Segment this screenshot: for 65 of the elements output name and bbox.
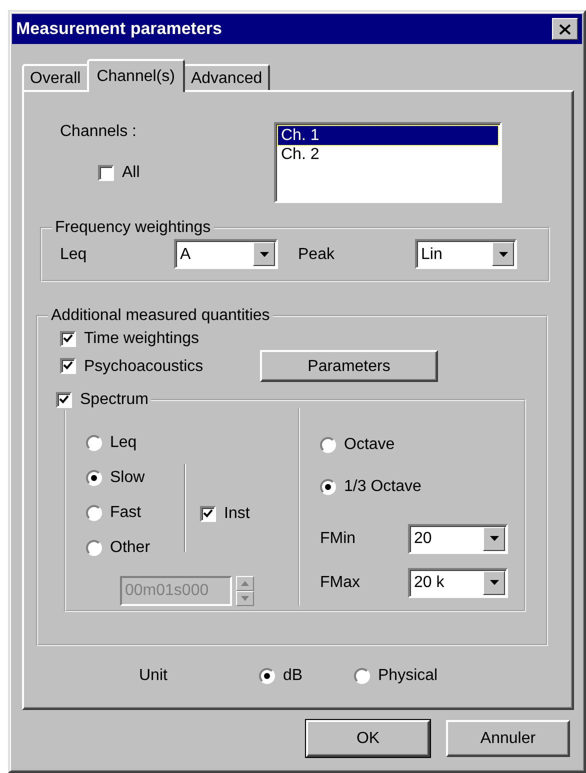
check-icon	[203, 508, 213, 518]
checkbox-label: Inst	[224, 504, 250, 524]
caret-icon	[490, 580, 498, 586]
checkbox[interactable]	[60, 330, 76, 347]
radio-button[interactable]	[86, 435, 102, 452]
radio-button[interactable]	[354, 668, 370, 684]
radio-button[interactable]	[86, 540, 102, 556]
radio-label: Physical	[378, 666, 438, 686]
check-icon	[59, 394, 69, 404]
dialog-button[interactable]: OK	[306, 720, 430, 757]
close-button[interactable]	[552, 18, 578, 40]
checkbox-label: All	[122, 163, 140, 182]
checkbox-label: Spectrum	[80, 390, 148, 410]
field-label: FMax	[320, 572, 361, 592]
dropdown-arrow-button[interactable]	[483, 526, 505, 551]
checkbox[interactable]	[200, 506, 216, 522]
check-icon	[63, 361, 73, 370]
field-label: Peak	[298, 244, 336, 264]
up-arrow-icon	[241, 580, 249, 586]
field-label: Leq	[60, 244, 88, 264]
channels-label: Channels :	[60, 122, 138, 142]
group-title: Frequency weightings	[54, 218, 212, 238]
channel-list[interactable]: Ch. 1 Ch. 2	[274, 122, 502, 203]
dropdown[interactable]: Lin	[415, 239, 517, 270]
checkbox[interactable]	[98, 164, 114, 181]
radio-label: Other	[110, 538, 150, 558]
additional-quantities-group: Additional measured quantities Time weightings Psychoacoustics Parameters Spectrum Leq Slow Fast Other Inst 00m01s000 Octave 1/3 Octave FMin 20 FMax 20 k	[36, 306, 548, 646]
tab[interactable]: Advanced	[182, 64, 270, 92]
dropdown-arrow-button[interactable]	[492, 242, 514, 266]
caret-icon	[498, 252, 508, 257]
checkbox[interactable]	[56, 392, 72, 408]
caret-icon	[490, 536, 498, 542]
check-icon	[63, 334, 73, 343]
radio-label: 1/3 Octave	[344, 476, 422, 496]
dropdown-arrow-button[interactable]	[253, 242, 275, 266]
radio-button[interactable]	[86, 505, 102, 522]
radio-label: Octave	[344, 434, 395, 454]
radio-button[interactable]	[259, 668, 275, 684]
checkbox[interactable]	[60, 358, 76, 374]
radio-label: Fast	[110, 503, 142, 523]
spin-buttons[interactable]	[236, 576, 254, 606]
dialog-button[interactable]: Annuler	[446, 720, 570, 757]
caret-icon	[260, 252, 268, 257]
radio-button[interactable]	[320, 478, 336, 495]
radio-label: Leq	[110, 433, 137, 453]
list-item[interactable]: Ch. 1	[278, 126, 498, 145]
radio-label: dB	[283, 666, 303, 686]
dropdown[interactable]: A	[174, 239, 278, 270]
checkbox-label: Psychoacoustics	[84, 356, 204, 376]
radio-button[interactable]	[320, 436, 336, 453]
window-title: Measurement parameters	[15, 18, 222, 40]
list-item[interactable]: Ch. 2	[278, 145, 498, 164]
dropdown-arrow-button[interactable]	[483, 570, 505, 595]
down-arrow-icon	[241, 596, 249, 601]
checkbox-label: Time weightings	[84, 329, 200, 348]
parameters-button[interactable]: Parameters	[260, 350, 438, 382]
field-label: FMin	[320, 528, 357, 548]
tab[interactable]: Overall	[22, 64, 89, 92]
unit-label: Unit	[139, 666, 168, 686]
dropdown[interactable]: 20	[408, 524, 508, 554]
dropdown[interactable]: 20 k	[408, 568, 508, 598]
close-icon	[559, 24, 571, 34]
radio-button[interactable]	[86, 470, 102, 486]
tab[interactable]: Channel(s)	[86, 59, 185, 92]
radio-label: Slow	[110, 468, 145, 488]
